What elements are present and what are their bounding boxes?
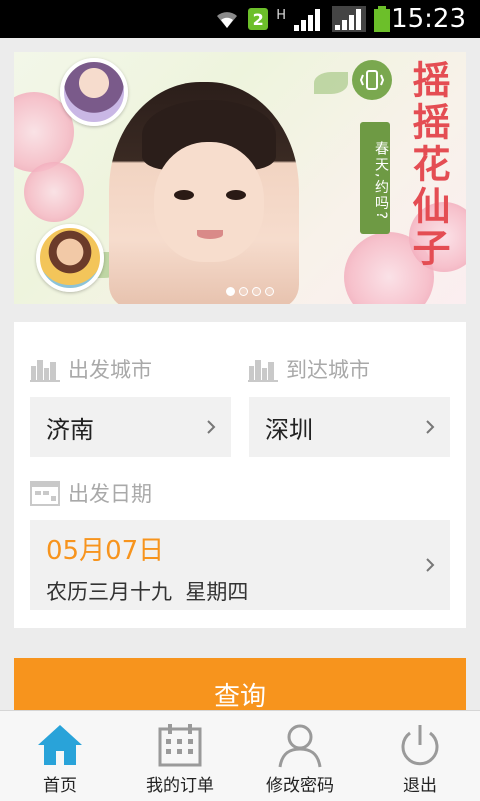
- banner-dot[interactable]: [239, 287, 248, 296]
- date-value: 05月07日: [46, 536, 165, 566]
- banner-avatar: [60, 58, 128, 126]
- departure-label-row: 出发城市: [30, 354, 152, 384]
- chevron-right-icon: [426, 420, 435, 434]
- date-label-row: 出发日期: [30, 478, 152, 508]
- arrival-label: 到达城市: [286, 358, 370, 382]
- banner-pagination: [226, 287, 274, 296]
- departure-city-value: 济南: [46, 415, 94, 444]
- banner-portrait-lips: [197, 230, 223, 239]
- decorative-flower: [24, 162, 84, 222]
- banner-avatar: [36, 224, 104, 292]
- arrival-city-select[interactable]: 深圳: [249, 397, 450, 457]
- banner-dot[interactable]: [252, 287, 261, 296]
- network-type: H: [276, 7, 286, 23]
- tab-change-password-label: 修改密码: [266, 776, 334, 796]
- banner-title: 摇摇花仙子: [406, 60, 451, 270]
- decorative-leaf: [314, 72, 348, 94]
- departure-date-select[interactable]: 05月07日 农历三月十九 星期四: [30, 520, 450, 610]
- arrival-city-value: 深圳: [265, 415, 313, 444]
- banner-portrait-eye: [226, 190, 246, 200]
- tab-my-orders[interactable]: 我的订单: [120, 711, 240, 801]
- tab-home[interactable]: 首页: [0, 711, 120, 801]
- status-clock: 15:23: [391, 4, 466, 34]
- sim-badge: 2: [248, 8, 269, 30]
- city-icon: [248, 360, 278, 382]
- chevron-right-icon: [207, 420, 216, 434]
- user-icon: [278, 724, 322, 768]
- departure-label: 出发城市: [68, 358, 152, 382]
- date-lunar: 农历三月十九 星期四: [46, 580, 249, 604]
- wifi-icon: [217, 12, 238, 28]
- search-form-card: 出发城市 到达城市 济南 深圳 出发日期 05月07日 农历三月十九 星期四: [14, 322, 466, 628]
- date-label: 出发日期: [68, 482, 152, 506]
- home-icon: [38, 725, 82, 765]
- calendar-small-icon: [30, 481, 60, 506]
- tab-logout-label: 退出: [403, 776, 437, 796]
- banner-portrait-face: [154, 142, 264, 262]
- city-icon: [30, 360, 60, 382]
- battery-icon: [374, 6, 390, 32]
- tab-home-label: 首页: [43, 776, 77, 796]
- banner-portrait-eye: [174, 190, 194, 200]
- status-icons: 2 H: [214, 6, 390, 32]
- status-bar: 2 H 15:23: [0, 0, 480, 38]
- chevron-right-icon: [426, 558, 435, 572]
- shake-phone-icon: [352, 60, 392, 100]
- promo-banner[interactable]: 春天,约吗? 摇摇花仙子: [14, 52, 466, 304]
- tab-change-password[interactable]: 修改密码: [240, 711, 360, 801]
- calendar-icon: [158, 724, 202, 767]
- tab-my-orders-label: 我的订单: [146, 776, 214, 796]
- arrival-label-row: 到达城市: [248, 354, 370, 384]
- signal-icon-secondary: [332, 6, 366, 32]
- banner-badge: 春天,约吗?: [360, 122, 390, 234]
- tab-logout[interactable]: 退出: [360, 711, 480, 801]
- banner-dot[interactable]: [226, 287, 235, 296]
- banner-dot[interactable]: [265, 287, 274, 296]
- departure-city-select[interactable]: 济南: [30, 397, 231, 457]
- signal-icon: [294, 9, 320, 31]
- bottom-tabbar: 首页 我的订单 修改密码 退出: [0, 710, 480, 801]
- power-icon: [401, 725, 439, 766]
